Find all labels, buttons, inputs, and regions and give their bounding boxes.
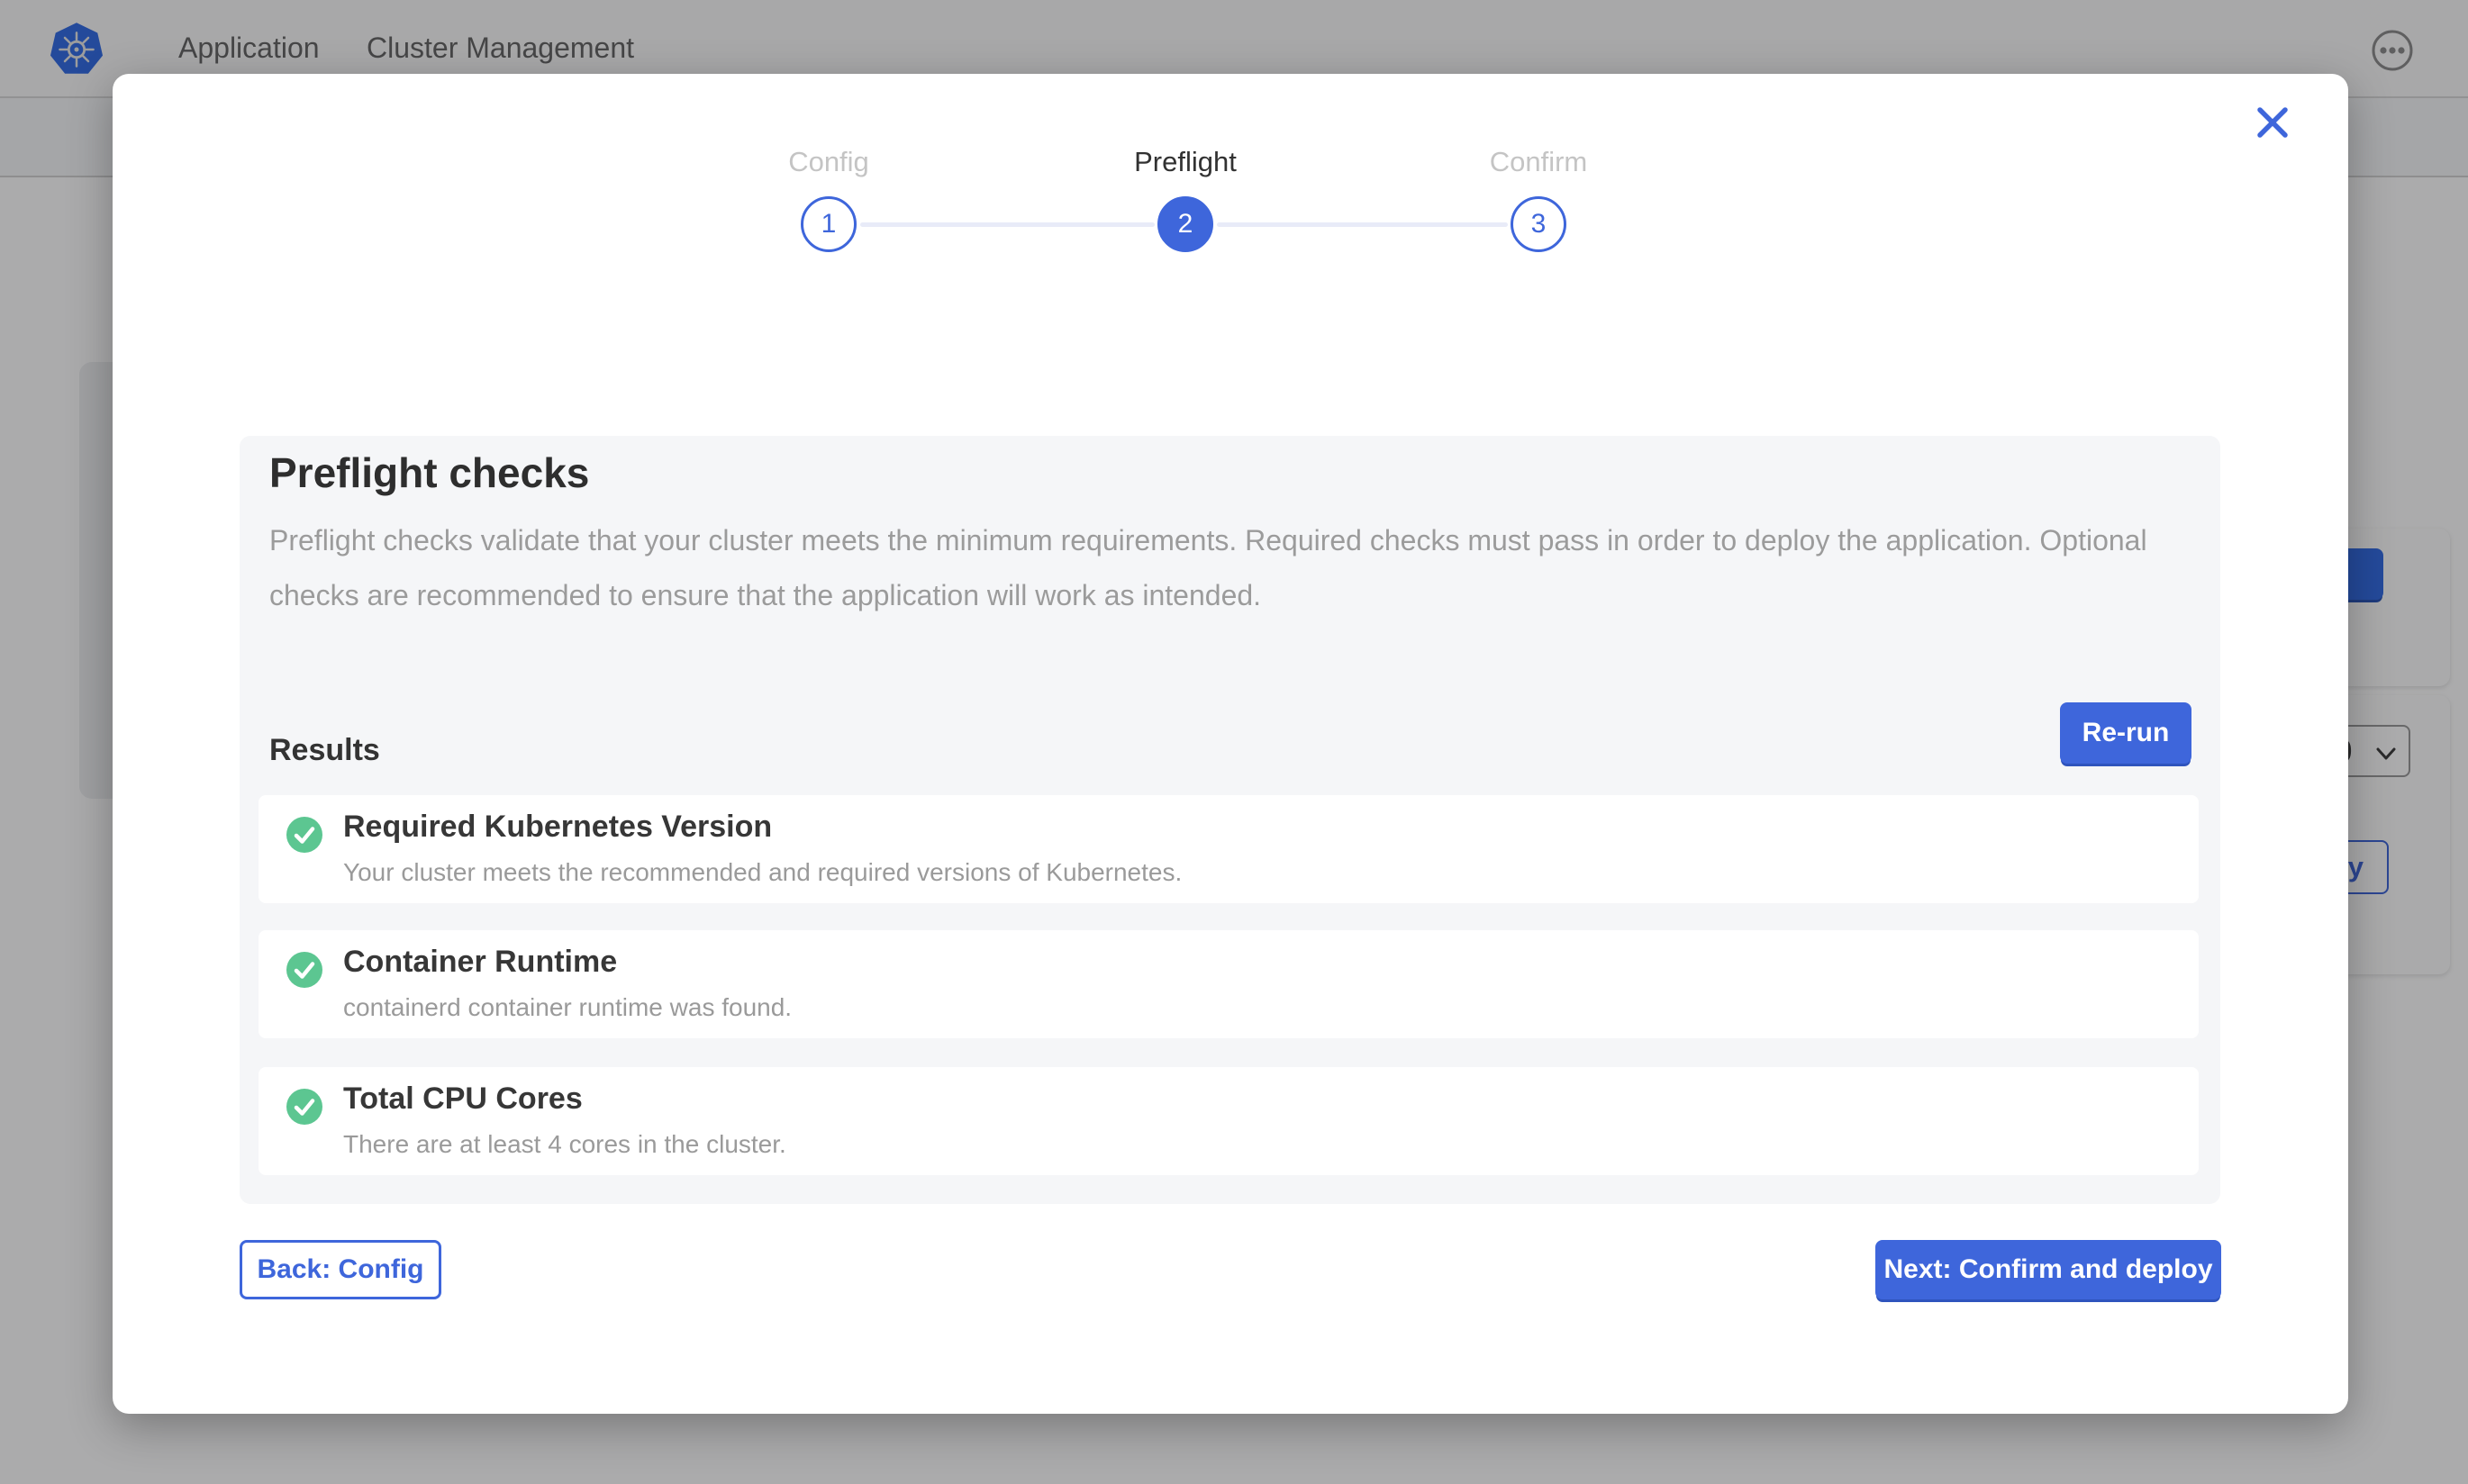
check-result-card: Total CPU Cores There are at least 4 cor… bbox=[259, 1067, 2199, 1175]
check-title: Total CPU Cores bbox=[343, 1081, 583, 1117]
check-title: Required Kubernetes Version bbox=[343, 810, 772, 845]
results-heading: Results bbox=[269, 733, 380, 768]
preflight-panel: Preflight checks Preflight checks valida… bbox=[240, 436, 2220, 1204]
check-pass-icon bbox=[286, 817, 322, 853]
check-message: Your cluster meets the recommended and r… bbox=[343, 858, 1182, 887]
close-modal-button[interactable] bbox=[2251, 101, 2294, 144]
stepper-step-config-label: Config bbox=[739, 146, 919, 180]
screen: Application Cluster Management 0 y v1.11… bbox=[0, 0, 2468, 1484]
rerun-button[interactable]: Re-run bbox=[2060, 702, 2191, 764]
check-message: containerd container runtime was found. bbox=[343, 993, 792, 1022]
back-config-button[interactable]: Back: Config bbox=[240, 1240, 441, 1299]
stepper-step-confirm-number: 3 bbox=[1511, 196, 1566, 252]
stepper-step-confirm[interactable]: Confirm 3 bbox=[1448, 146, 1629, 252]
check-title: Container Runtime bbox=[343, 945, 617, 980]
next-confirm-deploy-button[interactable]: Next: Confirm and deploy bbox=[1875, 1240, 2221, 1299]
stepper-step-config[interactable]: Config 1 bbox=[739, 146, 919, 252]
check-pass-icon bbox=[286, 952, 322, 988]
check-result-card: Container Runtime containerd container r… bbox=[259, 930, 2199, 1038]
panel-description: Preflight checks validate that your clus… bbox=[269, 513, 2188, 623]
check-pass-icon bbox=[286, 1089, 322, 1125]
stepper-step-preflight[interactable]: Preflight 2 bbox=[1095, 146, 1275, 252]
check-message: There are at least 4 cores in the cluste… bbox=[343, 1130, 786, 1159]
panel-title: Preflight checks bbox=[269, 448, 589, 497]
stepper-step-preflight-label: Preflight bbox=[1095, 146, 1275, 180]
check-result-card: Required Kubernetes Version Your cluster… bbox=[259, 795, 2199, 903]
stepper-step-preflight-number: 2 bbox=[1157, 196, 1213, 252]
stepper-step-confirm-label: Confirm bbox=[1448, 146, 1629, 180]
close-icon bbox=[2251, 101, 2294, 144]
stepper-step-config-number: 1 bbox=[801, 196, 857, 252]
preflight-modal: Config 1 Preflight 2 Confirm 3 Preflight… bbox=[113, 74, 2348, 1414]
